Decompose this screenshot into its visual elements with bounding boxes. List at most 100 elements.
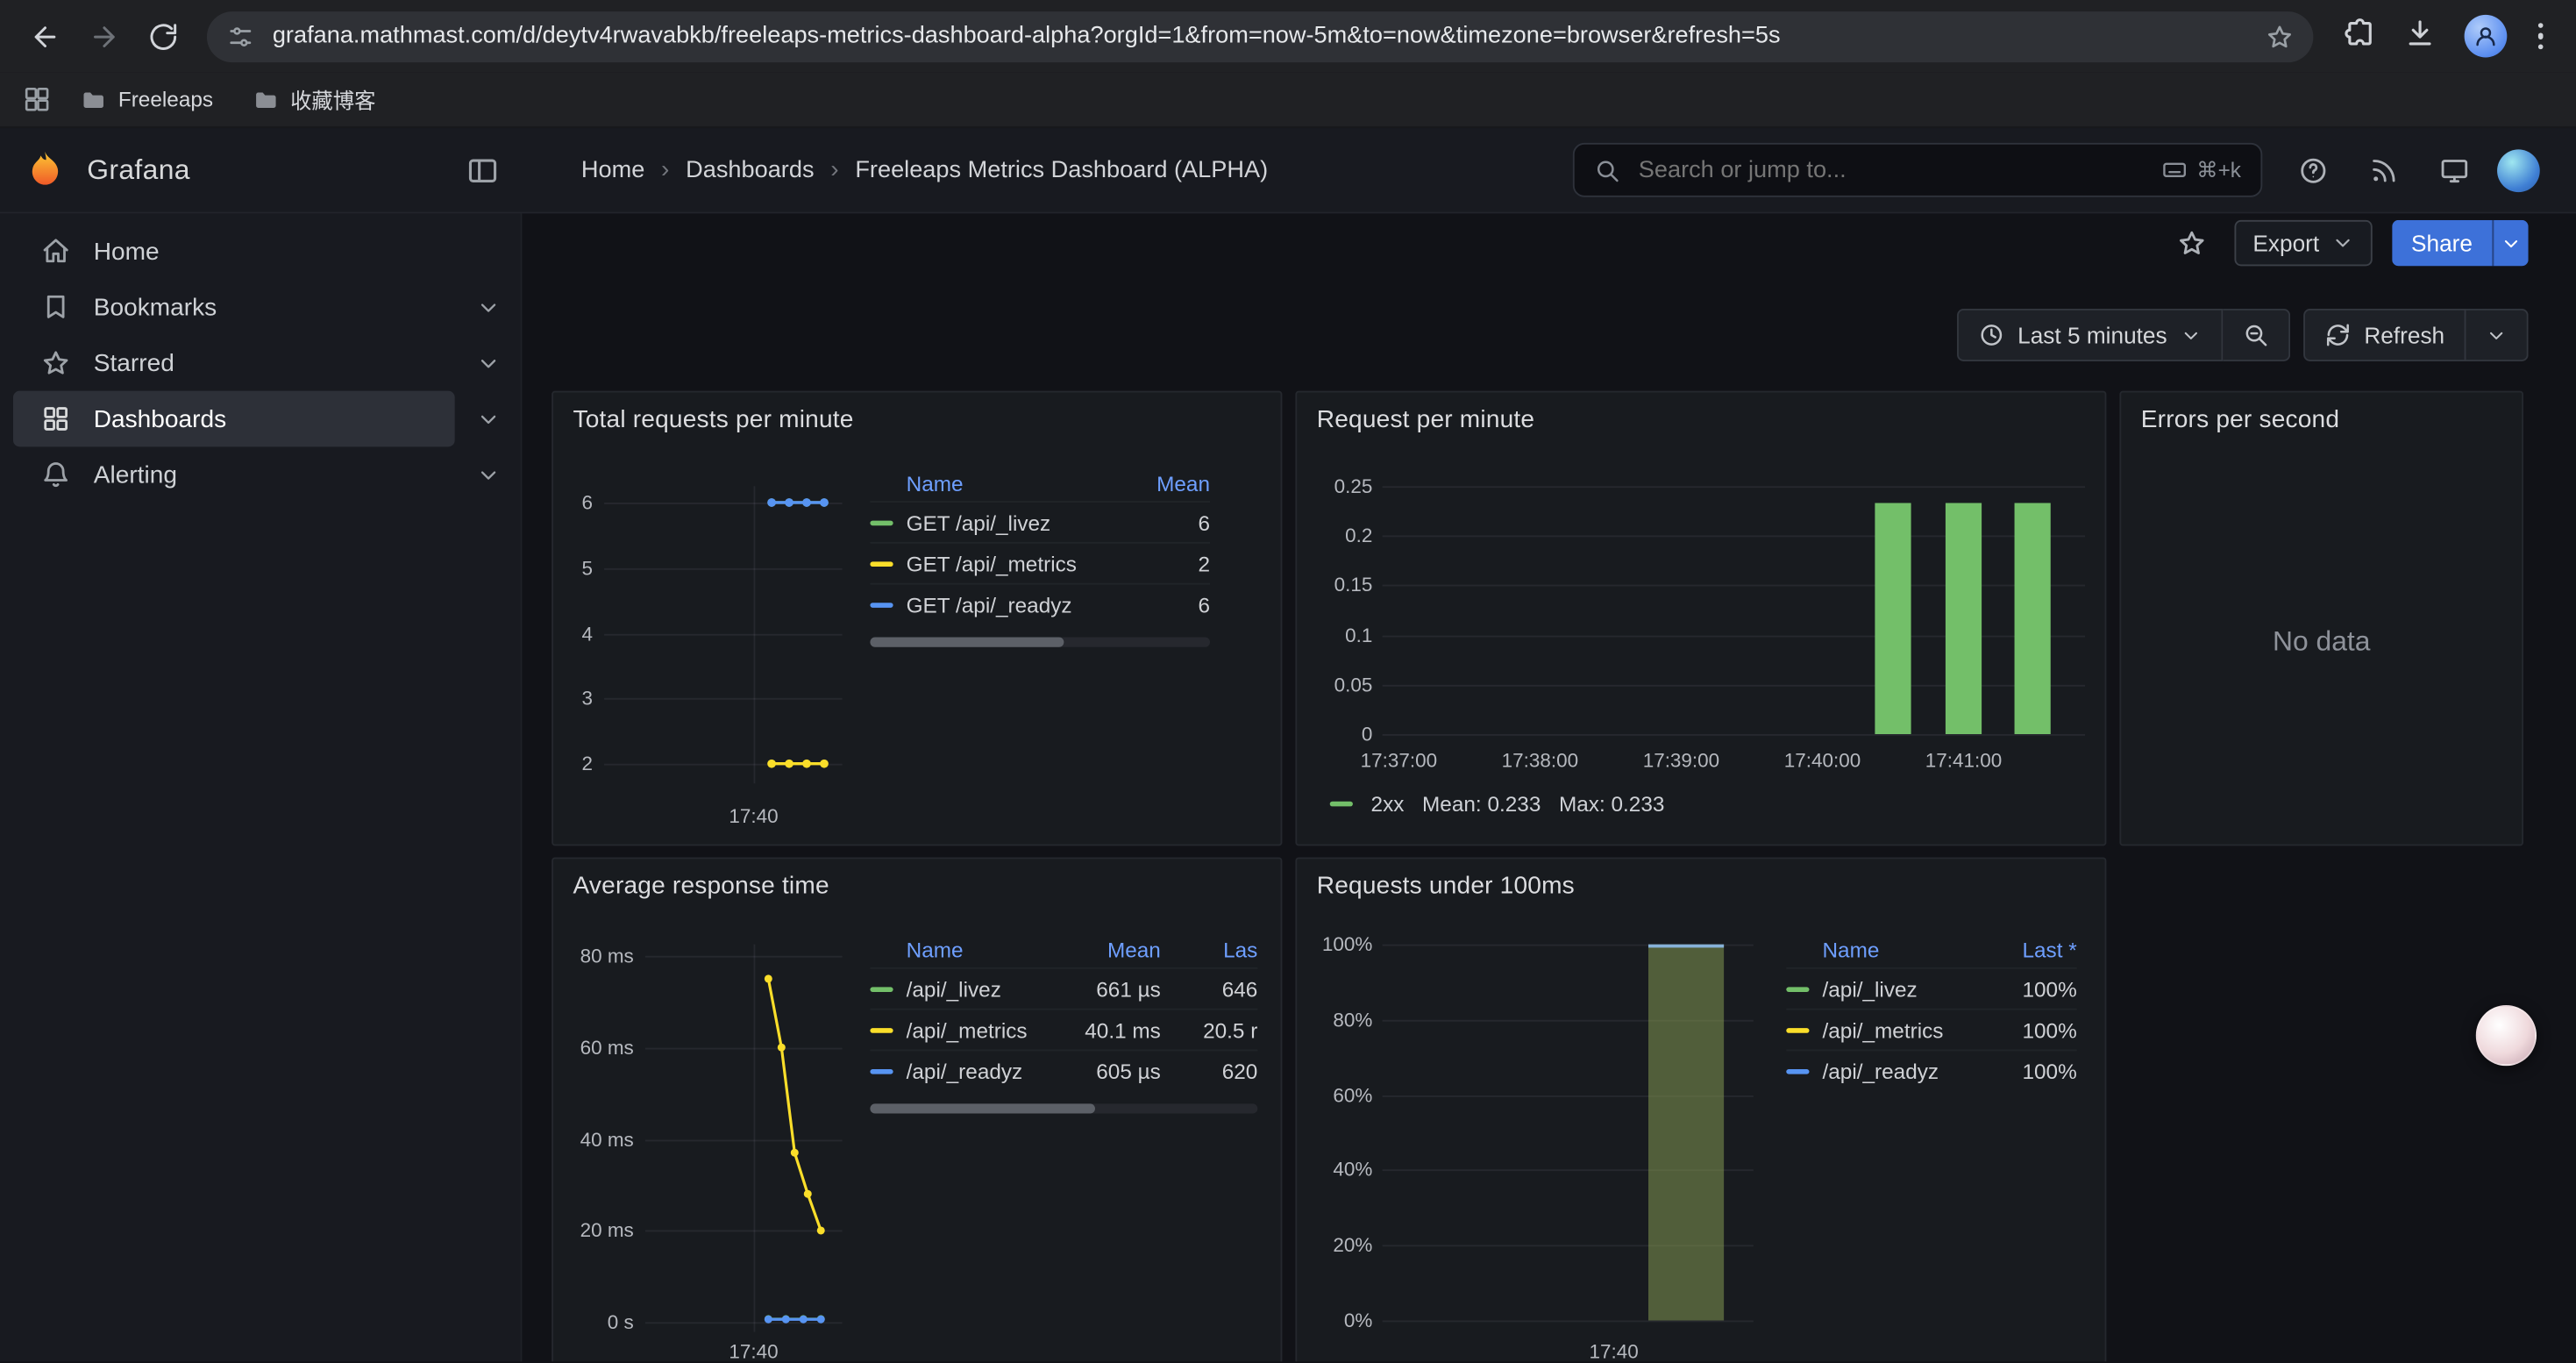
assistant-avatar[interactable] xyxy=(2476,1005,2537,1066)
series-name: /api/_readyz xyxy=(1822,1059,1984,1083)
legend-col-name: Name xyxy=(907,937,1069,961)
panel-title[interactable]: Average response time xyxy=(553,859,1281,913)
scrollbar-thumb[interactable] xyxy=(870,638,1064,647)
legend-scrollbar[interactable] xyxy=(870,638,1210,647)
export-button[interactable]: Export xyxy=(2235,220,2372,266)
site-settings-icon[interactable] xyxy=(226,22,254,50)
bookmark-star-icon[interactable] xyxy=(2265,22,2293,50)
legend-row[interactable]: /api/_livez100% xyxy=(1786,967,2076,1009)
sidebar-link-starred[interactable]: Starred xyxy=(13,335,455,391)
url-input[interactable] xyxy=(269,21,2250,51)
panel-request-per-minute: Request per minute 0.250.20.150.10.05017… xyxy=(1295,391,2106,846)
series-value: 605 µs xyxy=(1069,1059,1161,1083)
reload-button[interactable] xyxy=(135,8,191,64)
bookmarks-bar: Freeleaps 收藏博客 xyxy=(0,72,2576,128)
sidebar-link-home[interactable]: Home xyxy=(13,224,521,280)
legend-header: NameLast * xyxy=(1786,931,2076,967)
series-swatch xyxy=(870,1027,893,1032)
apps-grid-icon[interactable] xyxy=(23,85,51,113)
legend-row[interactable]: /api/_metrics40.1 ms20.5 r xyxy=(870,1009,1257,1050)
bookmark-folder-freeleaps[interactable]: Freeleaps xyxy=(71,82,224,118)
legend-row[interactable]: /api/_readyz100% xyxy=(1786,1050,2076,1091)
sidebar: Home Bookmarks Starred xyxy=(0,213,522,1361)
share-button[interactable]: Share xyxy=(2392,220,2493,266)
series-name: /api/_livez xyxy=(1822,976,1984,1001)
bookmark-folder-blogs[interactable]: 收藏博客 xyxy=(243,79,386,120)
favorite-star-icon[interactable] xyxy=(2169,220,2215,266)
series-swatch xyxy=(1786,986,1809,991)
refresh-button[interactable]: Refresh xyxy=(2303,309,2466,361)
news-rss-icon[interactable] xyxy=(2356,146,2412,195)
forward-icon xyxy=(88,20,119,52)
panel-errors-per-second: Errors per second No data xyxy=(2119,391,2523,846)
folder-icon xyxy=(81,86,107,112)
home-icon xyxy=(41,237,71,267)
reload-icon xyxy=(147,20,179,52)
legend-total-requests: NameMeanGET /api/_livez6GET /api/_metric… xyxy=(850,465,1268,647)
breadcrumb-dashboards[interactable]: Dashboards xyxy=(686,157,814,183)
user-avatar[interactable] xyxy=(2497,148,2540,191)
series-name: /api/_readyz xyxy=(907,1059,1069,1083)
sidebar-item-label: Home xyxy=(94,238,160,266)
search-input[interactable] xyxy=(1635,155,2147,185)
panel-title[interactable]: Request per minute xyxy=(1297,393,2104,447)
chevron-down-icon[interactable] xyxy=(455,279,521,335)
legend-requests-under-100ms: NameLast */api/_livez100%/api/_metrics10… xyxy=(1767,931,2103,1091)
grafana-body: Home Bookmarks Starred xyxy=(0,213,2576,1361)
monitor-icon[interactable] xyxy=(2427,146,2483,195)
legend-row[interactable]: GET /api/_livez6 xyxy=(870,501,1210,542)
share-menu-chevron[interactable] xyxy=(2492,220,2528,266)
breadcrumb-separator: › xyxy=(661,156,669,184)
sidebar-item-bookmarks: Bookmarks xyxy=(0,279,521,335)
panel-title[interactable]: Requests under 100ms xyxy=(1297,859,2104,913)
series-swatch xyxy=(870,560,893,566)
panel-title[interactable]: Errors per second xyxy=(2121,393,2522,447)
series-name: /api/_metrics xyxy=(907,1017,1069,1042)
sidebar-item-starred: Starred xyxy=(0,335,521,391)
refresh-interval-chevron[interactable] xyxy=(2466,309,2528,361)
chevron-down-icon[interactable] xyxy=(455,391,521,447)
chevron-down-icon[interactable] xyxy=(455,335,521,391)
browser-profile-avatar[interactable] xyxy=(2464,15,2507,58)
series-name[interactable]: 2xx xyxy=(1371,792,1405,817)
sidebar-link-bookmarks[interactable]: Bookmarks xyxy=(13,279,455,335)
extensions-icon[interactable] xyxy=(2342,16,2374,57)
forward-button[interactable] xyxy=(75,8,132,64)
chevron-down-icon[interactable] xyxy=(455,446,521,503)
search-shortcut: ⌘+k xyxy=(2162,157,2241,183)
legend-col: Mean xyxy=(1128,470,1210,495)
panel-average-response-time: Average response time 80 ms60 ms40 ms20 … xyxy=(551,857,1282,1361)
sidebar-link-alerting[interactable]: Alerting xyxy=(13,446,455,503)
zoom-out-button[interactable] xyxy=(2223,309,2290,361)
grafana-brand: Grafana xyxy=(0,148,522,193)
back-button[interactable] xyxy=(17,8,73,64)
legend-request-per-minute[interactable]: 2xxMean: 0.233Max: 0.233 xyxy=(1330,792,1665,817)
legend-row[interactable]: GET /api/_metrics2 xyxy=(870,542,1210,583)
help-icon[interactable] xyxy=(2286,146,2342,195)
grafana-title: Grafana xyxy=(87,153,190,186)
sidebar-toggle-icon[interactable] xyxy=(466,153,499,186)
sidebar-item-label: Alerting xyxy=(94,460,177,489)
series-name: GET /api/_readyz xyxy=(907,592,1128,617)
downloads-icon[interactable] xyxy=(2402,16,2435,57)
legend-row[interactable]: /api/_metrics100% xyxy=(1786,1009,2076,1050)
series-value: 40.1 ms xyxy=(1069,1017,1161,1042)
legend-header: NameMean xyxy=(870,465,1210,501)
bookmark-icon xyxy=(41,292,71,322)
legend-row[interactable]: /api/_livez661 µs646 xyxy=(870,967,1257,1009)
url-bar[interactable] xyxy=(207,11,2312,61)
grafana-logo[interactable] xyxy=(23,148,68,193)
series-swatch xyxy=(1786,1068,1809,1074)
legend-scrollbar[interactable] xyxy=(870,1103,1257,1113)
browser-menu-icon[interactable] xyxy=(2534,19,2546,53)
scrollbar-thumb[interactable] xyxy=(870,1103,1094,1113)
breadcrumb-home[interactable]: Home xyxy=(581,157,644,183)
series-swatch xyxy=(1786,1027,1809,1032)
browser-actions xyxy=(2329,15,2559,58)
time-range-picker[interactable]: Last 5 minutes xyxy=(1957,309,2223,361)
sidebar-link-dashboards[interactable]: Dashboards xyxy=(13,391,455,447)
panel-title[interactable]: Total requests per minute xyxy=(553,393,1281,447)
legend-row[interactable]: GET /api/_readyz6 xyxy=(870,583,1210,624)
legend-row[interactable]: /api/_readyz605 µs620 xyxy=(870,1050,1257,1091)
search-box[interactable]: ⌘+k xyxy=(1573,143,2262,197)
